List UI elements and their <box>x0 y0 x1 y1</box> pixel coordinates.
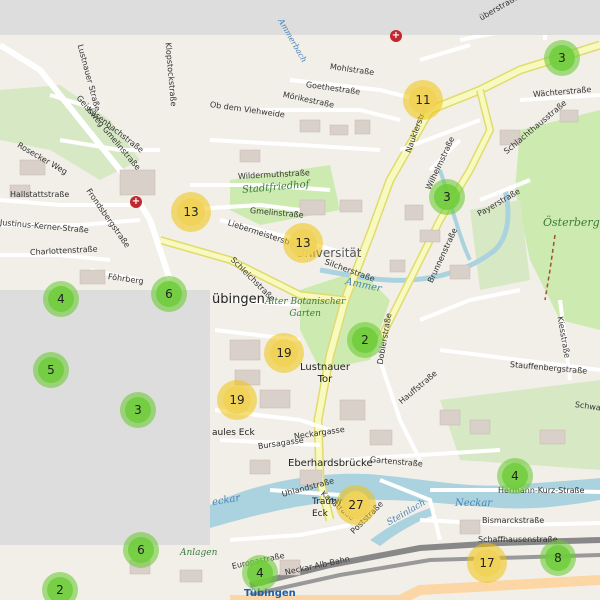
street-label-hallstatt: Hallstattstraße <box>10 190 70 199</box>
hospital-icon: + <box>390 30 402 42</box>
marker-cluster-count: 6 <box>156 281 182 307</box>
area-label-anlagen: Anlagen <box>180 548 218 558</box>
marker-cluster[interactable]: 6 <box>151 276 187 312</box>
marker-cluster-count: 27 <box>342 491 370 519</box>
marker-cluster[interactable]: 3 <box>429 179 465 215</box>
marker-cluster[interactable]: 8 <box>540 540 576 576</box>
marker-cluster-count: 5 <box>38 357 64 383</box>
marker-cluster[interactable]: 4 <box>497 458 533 494</box>
marker-cluster[interactable]: 19 <box>264 333 304 373</box>
place-label-paules-eck: aules Eck <box>212 428 255 438</box>
marker-cluster-count: 4 <box>502 463 528 489</box>
marker-cluster[interactable]: 27 <box>336 485 376 525</box>
marker-cluster[interactable]: 2 <box>347 322 383 358</box>
marker-cluster-count: 3 <box>549 45 575 71</box>
marker-cluster-count: 11 <box>409 86 437 114</box>
marker-cluster-count: 2 <box>352 327 378 353</box>
marker-cluster[interactable]: 5 <box>33 352 69 388</box>
marker-cluster-count: 4 <box>247 560 273 586</box>
marker-cluster[interactable]: 4 <box>242 555 278 591</box>
marker-cluster-count: 3 <box>125 397 151 423</box>
marker-cluster-count: 13 <box>177 198 205 226</box>
marker-cluster[interactable]: 3 <box>544 40 580 76</box>
marker-cluster-count: 6 <box>128 537 154 563</box>
marker-cluster[interactable]: 6 <box>123 532 159 568</box>
place-label-eberhardsbruecke: Eberhardsbrücke <box>288 458 373 469</box>
marker-cluster-count: 19 <box>270 339 298 367</box>
marker-cluster[interactable]: 3 <box>120 392 156 428</box>
marker-cluster[interactable]: 19 <box>217 380 257 420</box>
marker-cluster[interactable]: 2 <box>42 572 78 600</box>
place-label-oesterberg: Österberg <box>543 216 600 229</box>
marker-cluster-count: 3 <box>434 184 460 210</box>
marker-cluster-count: 13 <box>289 229 317 257</box>
area-label-botanischer-garten: Alter Botanischer Garten <box>265 297 346 319</box>
place-label-tuebingen-bottom: Tübingen <box>244 588 296 599</box>
marker-cluster-count: 17 <box>473 549 501 577</box>
marker-cluster[interactable]: 13 <box>171 192 211 232</box>
marker-cluster[interactable]: 17 <box>467 543 507 583</box>
marker-cluster-count: 8 <box>545 545 571 571</box>
marker-cluster-count: 2 <box>47 577 73 600</box>
map-view[interactable]: + + Stadtfriedhof Alter Botanischer Gart… <box>0 0 600 600</box>
marker-cluster-count: 4 <box>48 286 74 312</box>
water-label-neckar: Neckar <box>455 498 493 509</box>
place-label-city: übingen <box>212 292 265 307</box>
marker-cluster-count: 19 <box>223 386 251 414</box>
marker-cluster[interactable]: 13 <box>283 223 323 263</box>
marker-cluster[interactable]: 11 <box>403 80 443 120</box>
street-label-bismarck: Bismarckstraße <box>482 516 545 525</box>
hospital-icon: + <box>130 196 142 208</box>
place-label-lustnauer-tor: Lustnauer Tor <box>300 362 350 385</box>
marker-cluster[interactable]: 4 <box>43 281 79 317</box>
